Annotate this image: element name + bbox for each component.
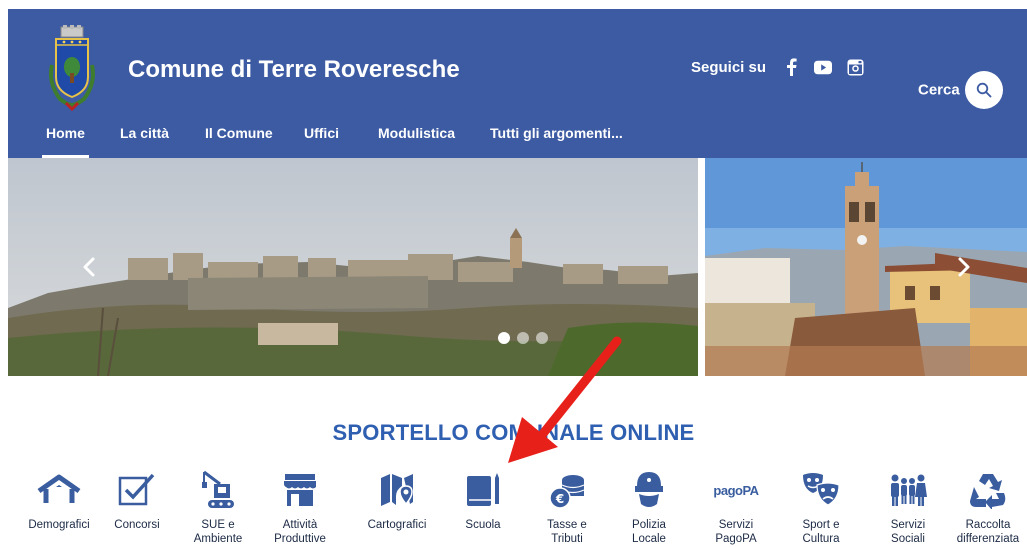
book-icon: [467, 473, 499, 506]
service-tasse-tributi[interactable]: € Tasse e Tributi: [527, 470, 607, 546]
youtube-icon[interactable]: [814, 58, 833, 76]
service-sue-ambiente[interactable]: SUE e Ambiente: [178, 470, 258, 546]
social-links: Seguici su: [691, 58, 864, 76]
crane-icon: [202, 470, 234, 508]
page: Comune di Terre Roveresche Seguici su Ce…: [0, 0, 1027, 548]
pagopa-icon: pagoPA: [713, 482, 759, 498]
police-icon: [635, 472, 663, 507]
services-grid: Demografici Concorsi SUE e Ambiente Atti…: [0, 470, 1027, 548]
service-label: Servizi PagoPA: [715, 519, 757, 545]
carousel-prev-icon[interactable]: [80, 256, 98, 278]
coins-icon: €: [549, 475, 585, 509]
facebook-icon[interactable]: [782, 58, 800, 76]
search-button[interactable]: [965, 71, 1003, 109]
instagram-icon[interactable]: [846, 58, 864, 76]
annotation-arrow: [508, 336, 622, 463]
service-cartografici[interactable]: Cartografici: [357, 470, 437, 532]
theater-masks-icon: [803, 473, 840, 506]
service-label: Concorsi: [114, 519, 160, 531]
checkbox-icon: [118, 473, 155, 506]
service-label: SUE e Ambiente: [193, 519, 243, 545]
service-attivita-produttive[interactable]: Attività Produttive: [260, 470, 340, 546]
service-label: Attività Produttive: [274, 519, 326, 545]
service-label: Servizi Sociali: [890, 519, 926, 545]
service-label: Scuola: [465, 519, 501, 531]
service-label: Cartografici: [367, 519, 427, 531]
service-raccolta-differenziata[interactable]: Raccolta differenziata: [948, 470, 1027, 546]
service-polizia-locale[interactable]: Polizia Locale: [609, 470, 689, 546]
coat-of-arms-logo[interactable]: [46, 25, 98, 111]
search-icon: [976, 82, 992, 98]
carousel-next-icon[interactable]: [955, 256, 973, 278]
social-label: Seguici su: [691, 58, 767, 76]
site-header: Comune di Terre Roveresche Seguici su Ce…: [8, 9, 1027, 158]
nav-il-comune[interactable]: Il Comune: [205, 120, 273, 158]
nav-uffici[interactable]: Uffici: [304, 120, 339, 158]
svg-text:€: €: [555, 492, 564, 506]
map-icon: [381, 474, 413, 506]
service-label: Sport e Cultura: [802, 519, 840, 545]
search-label[interactable]: Cerca: [918, 82, 960, 99]
recycle-icon: [970, 474, 1006, 509]
service-scuola[interactable]: Scuola: [443, 470, 523, 532]
site-title[interactable]: Comune di Terre Roveresche: [128, 56, 460, 84]
service-servizi-sociali[interactable]: Servizi Sociali: [868, 470, 948, 546]
service-label: Polizia Locale: [632, 519, 666, 545]
slide-image-tower: [705, 158, 1027, 376]
nav-tutti-gli-argomenti[interactable]: Tutti gli argomenti...: [490, 120, 623, 158]
nav-home[interactable]: Home: [42, 120, 89, 158]
house-icon: [37, 474, 81, 503]
nav-modulistica[interactable]: Modulistica: [378, 120, 455, 158]
service-pagopa[interactable]: pagoPA Servizi PagoPA: [696, 470, 776, 546]
people-icon: [891, 474, 927, 506]
service-concorsi[interactable]: Concorsi: [97, 470, 177, 532]
service-label: Demografici: [28, 519, 90, 531]
service-demografici[interactable]: Demografici: [19, 470, 99, 532]
service-label: Tasse e Tributi: [547, 519, 587, 545]
service-label: Raccolta differenziata: [956, 519, 1020, 545]
nav-la-citta[interactable]: La città: [120, 120, 169, 158]
shop-icon: [284, 474, 316, 506]
service-sport-cultura[interactable]: Sport e Cultura: [781, 470, 861, 546]
